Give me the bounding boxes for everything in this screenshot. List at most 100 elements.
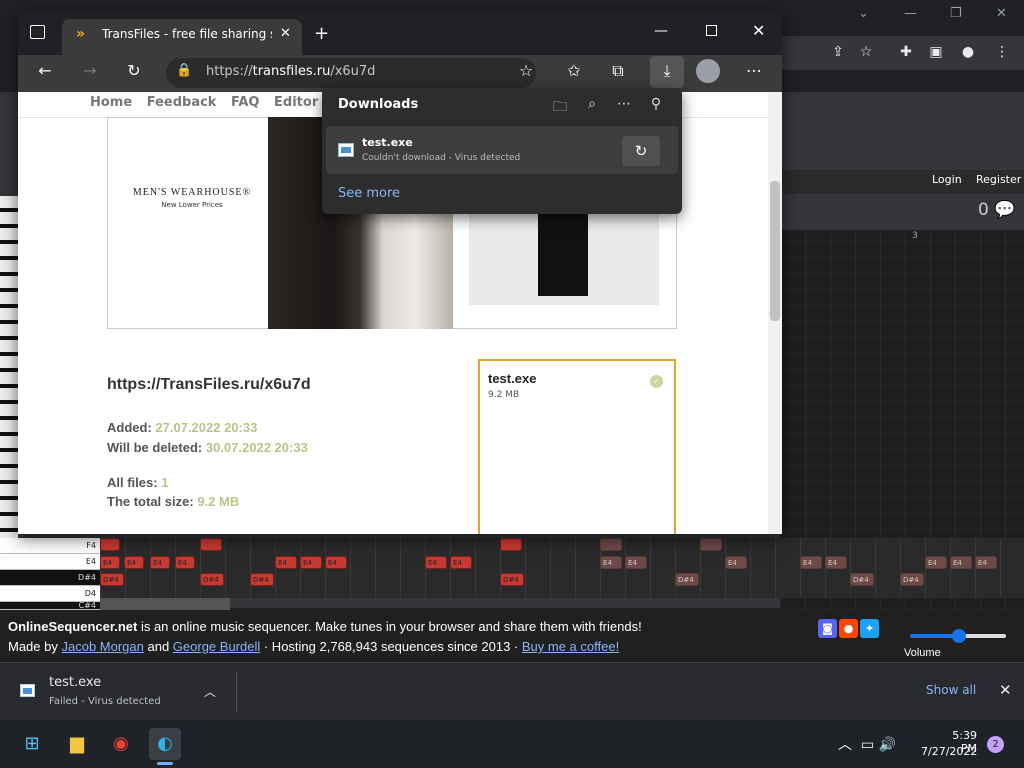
note[interactable]: E4: [975, 556, 997, 569]
favorites-icon[interactable]: ✩: [563, 61, 585, 80]
minimize-icon[interactable]: —: [654, 23, 668, 39]
chevron-up-icon[interactable]: ︿: [838, 737, 852, 753]
search-icon[interactable]: ⌕: [582, 96, 602, 112]
collections-icon[interactable]: ⧉: [607, 61, 629, 81]
more-options-icon[interactable]: ⋯: [614, 96, 634, 112]
note[interactable]: E4: [175, 556, 195, 569]
lock-icon[interactable]: 🔒: [176, 63, 192, 78]
note[interactable]: E4: [325, 556, 347, 569]
tab-search-chevron-icon[interactable]: ⌄: [858, 6, 869, 21]
speaker-icon[interactable]: 🔊: [879, 737, 896, 753]
note[interactable]: E4: [100, 556, 120, 569]
sequencer-scrollbar[interactable]: [100, 598, 230, 610]
note[interactable]: D#4: [500, 573, 524, 586]
note[interactable]: E4: [275, 556, 297, 569]
add-favorite-icon[interactable]: ☆: [515, 61, 537, 80]
file-explorer-icon[interactable]: ▆: [61, 728, 93, 760]
download-item-name[interactable]: test.exe: [362, 136, 413, 149]
note[interactable]: E4: [300, 556, 322, 569]
note[interactable]: E4: [950, 556, 972, 569]
retry-icon[interactable]: ↻: [622, 136, 660, 166]
coffee-link[interactable]: Buy me a coffee!: [522, 639, 619, 654]
see-more-link[interactable]: See more: [338, 186, 400, 201]
author-link[interactable]: George Burdell: [173, 639, 260, 654]
more-icon[interactable]: ⋯: [743, 61, 765, 80]
new-tab-icon[interactable]: +: [314, 23, 329, 44]
note[interactable]: D#4: [900, 573, 924, 586]
open-folder-icon[interactable]: 🗀: [550, 96, 570, 120]
flyout-title: Downloads: [338, 97, 419, 112]
file-name[interactable]: test.exe: [488, 371, 536, 386]
check-icon[interactable]: ✓: [650, 375, 663, 388]
nav-home[interactable]: Home: [90, 95, 132, 110]
note[interactable]: E4: [625, 556, 647, 569]
note[interactable]: D#4: [250, 573, 274, 586]
close-icon[interactable]: ✕: [752, 21, 765, 40]
note[interactable]: E4: [425, 556, 447, 569]
discord-icon[interactable]: ◙: [818, 619, 837, 638]
note[interactable]: E4: [725, 556, 747, 569]
chrome-icon[interactable]: ◉: [105, 728, 137, 760]
author-link[interactable]: Jacob Morgan: [61, 639, 143, 654]
side-panel-icon[interactable]: ▣: [926, 44, 946, 60]
site-footer: [0, 610, 890, 662]
note[interactable]: D#4: [850, 573, 874, 586]
close-icon[interactable]: ✕: [996, 6, 1007, 21]
profile-icon[interactable]: ●: [958, 44, 978, 60]
key-label[interactable]: D#4: [0, 570, 100, 586]
note[interactable]: E4: [600, 556, 622, 569]
pin-icon[interactable]: ⚲: [646, 96, 666, 112]
start-button[interactable]: ⊞: [16, 728, 48, 760]
menu-icon[interactable]: ⋮: [992, 44, 1012, 60]
register-button[interactable]: Register: [976, 173, 1021, 186]
forward-icon[interactable]: →: [79, 61, 101, 80]
edge-icon[interactable]: ◐: [149, 728, 181, 760]
network-icon[interactable]: ▭: [861, 737, 874, 753]
note[interactable]: D#4: [100, 573, 124, 586]
note[interactable]: E4: [925, 556, 947, 569]
twitter-icon[interactable]: ✦: [860, 619, 879, 638]
bookmark-star-icon[interactable]: ☆: [856, 44, 876, 60]
tab-close-icon[interactable]: ✕: [280, 26, 291, 41]
note[interactable]: E4: [150, 556, 170, 569]
note[interactable]: E4: [825, 556, 847, 569]
back-icon[interactable]: ←: [34, 61, 56, 80]
volume-slider-handle[interactable]: [952, 629, 966, 643]
address-url[interactable]: https://transfiles.ru/x6u7d: [206, 64, 375, 79]
restore-icon[interactable]: ❐: [950, 6, 962, 21]
maximize-icon[interactable]: [706, 25, 717, 36]
profile-avatar[interactable]: [696, 59, 720, 83]
nav-faq[interactable]: FAQ: [231, 95, 260, 110]
chevron-up-icon[interactable]: ︿: [204, 683, 216, 700]
clock-date[interactable]: 7/27/2022: [921, 745, 977, 758]
refresh-icon[interactable]: ↻: [123, 61, 145, 80]
show-all-button[interactable]: Show all: [926, 683, 976, 697]
notification-badge[interactable]: 2: [987, 736, 1004, 753]
tab-title[interactable]: TransFiles - free file sharing servic: [102, 27, 272, 41]
note[interactable]: E4: [450, 556, 472, 569]
note[interactable]: D#4: [200, 573, 224, 586]
piano-keys[interactable]: F4 E4 D#4 D4 C#4: [0, 538, 100, 610]
system-tray[interactable]: ︿ ▭ 🔊: [838, 734, 896, 754]
close-download-bar-icon[interactable]: ✕: [999, 681, 1012, 699]
note[interactable]: E4: [124, 556, 144, 569]
note[interactable]: E4: [800, 556, 822, 569]
nav-editor[interactable]: Editor: [274, 95, 318, 110]
key-label[interactable]: C#4: [0, 602, 100, 610]
extensions-icon[interactable]: ✚: [896, 44, 916, 60]
nav-feedback[interactable]: Feedback: [147, 95, 217, 110]
login-button[interactable]: Login: [932, 173, 962, 186]
comment-count-value: 0: [978, 200, 989, 220]
key-label[interactable]: D4: [0, 586, 100, 602]
tab-actions-icon[interactable]: [30, 25, 45, 39]
key-label[interactable]: E4: [0, 554, 100, 570]
comment-count[interactable]: 0 💬: [978, 200, 1015, 220]
share-icon[interactable]: ⇪: [828, 44, 848, 60]
note[interactable]: D#4: [675, 573, 699, 586]
reddit-icon[interactable]: ●: [839, 619, 858, 638]
key-label[interactable]: F4: [0, 538, 100, 554]
note-grid[interactable]: E4 D#4 E4 E4 E4 D#4 D#4 E4 E4 E4 E4 E4 D…: [100, 538, 1024, 598]
minimize-icon[interactable]: —: [904, 6, 917, 21]
scrollbar-thumb[interactable]: [770, 181, 780, 321]
download-file-name[interactable]: test.exe: [49, 675, 101, 690]
